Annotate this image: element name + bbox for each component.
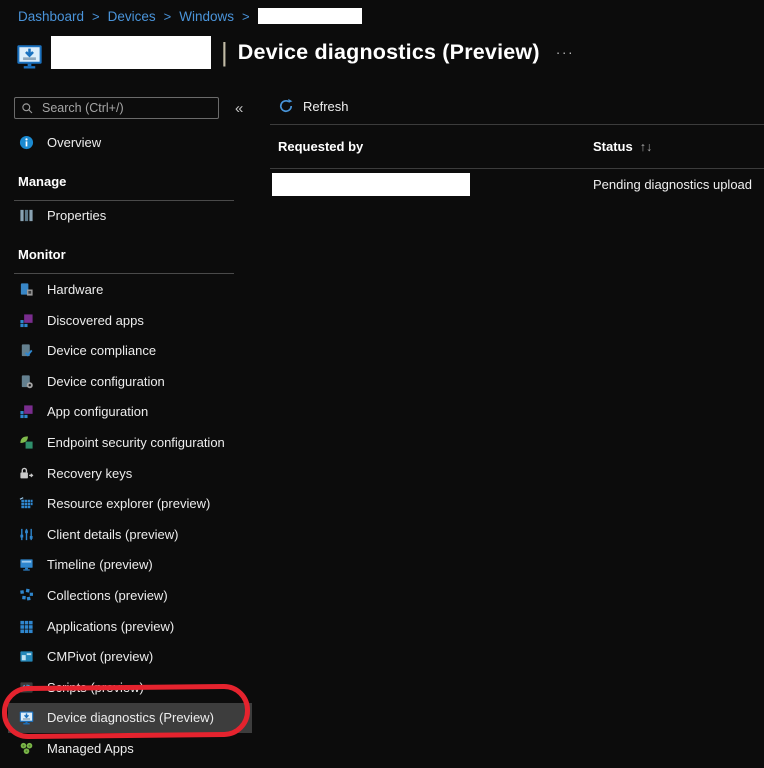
sidebar-item-overview[interactable]: Overview <box>0 127 262 158</box>
status-cell: Pending diagnostics upload <box>593 177 764 192</box>
status-column-label: Status <box>593 139 633 154</box>
scripts-icon <box>18 679 34 695</box>
table-header: Requested by Status ↑↓ <box>270 125 764 169</box>
sidebar-item-discovered-apps[interactable]: Discovered apps <box>0 305 262 336</box>
sidebar-item-cmpivot[interactable]: CMPivot (preview) <box>0 641 262 672</box>
sidebar-item-label: Hardware <box>47 282 103 297</box>
sidebar-item-label: Managed Apps <box>47 741 134 756</box>
page-title: Device diagnostics (Preview) <box>238 40 540 65</box>
discovered-apps-icon <box>18 312 34 328</box>
redacted-device-name-breadcrumb <box>258 8 362 24</box>
table-row[interactable]: Pending diagnostics upload <box>270 169 764 200</box>
search-input[interactable] <box>40 100 212 116</box>
timeline-icon <box>18 557 34 573</box>
breadcrumb-windows[interactable]: Windows <box>179 9 234 24</box>
sidebar-item-label: Device configuration <box>47 374 165 389</box>
sidebar-item-client-details[interactable]: Client details (preview) <box>0 519 262 550</box>
sidebar-item-label: Recovery keys <box>47 466 132 481</box>
title-separator: | <box>221 37 228 68</box>
info-icon <box>18 134 34 150</box>
sidebar-item-label: Properties <box>47 208 106 223</box>
breadcrumb-separator: > <box>92 9 100 24</box>
sidebar-item-managed-apps[interactable]: Managed Apps <box>0 733 262 764</box>
sidebar-item-label: Device diagnostics (Preview) <box>47 710 214 725</box>
recovery-keys-icon <box>18 465 34 481</box>
sidebar-item-label: Endpoint security configuration <box>47 435 225 450</box>
endpoint-security-icon <box>18 434 34 450</box>
main-content: Refresh Requested by Status ↑↓ Pending d… <box>270 88 764 768</box>
page-header: | Device diagnostics (Preview) ··· <box>16 33 574 71</box>
refresh-button[interactable]: Refresh <box>278 98 349 114</box>
sidebar-item-label: CMPivot (preview) <box>47 649 153 664</box>
sidebar-item-device-configuration[interactable]: Device configuration <box>0 366 262 397</box>
sidebar-item-label: Resource explorer (preview) <box>47 496 210 511</box>
cmpivot-icon <box>18 649 34 665</box>
sidebar-item-collections[interactable]: Collections (preview) <box>0 580 262 611</box>
sidebar-item-timeline[interactable]: Timeline (preview) <box>0 550 262 581</box>
sidebar-item-app-configuration[interactable]: App configuration <box>0 397 262 428</box>
sidebar-item-scripts[interactable]: Scripts (preview) <box>0 672 262 703</box>
sidebar-item-label: Overview <box>47 135 101 150</box>
breadcrumb-separator: > <box>242 9 250 24</box>
sidebar-search-row: « <box>14 97 262 119</box>
collections-icon <box>18 587 34 603</box>
sidebar-item-device-compliance[interactable]: Device compliance <box>0 335 262 366</box>
sidebar-item-resource-explorer[interactable]: Resource explorer (preview) <box>0 488 262 519</box>
sidebar-item-applications[interactable]: Applications (preview) <box>0 611 262 642</box>
sidebar: « Overview Manage Properties Monitor Har… <box>0 88 262 768</box>
sidebar-item-label: Discovered apps <box>47 313 144 328</box>
breadcrumb: Dashboard > Devices > Windows > <box>18 8 362 24</box>
managed-apps-icon <box>18 740 34 756</box>
sidebar-item-endpoint-security-configuration[interactable]: Endpoint security configuration <box>0 427 262 458</box>
device-diagnostics-icon <box>16 33 43 71</box>
breadcrumb-devices[interactable]: Devices <box>108 9 156 24</box>
more-options-button[interactable]: ··· <box>556 44 575 60</box>
sidebar-item-label: Scripts (preview) <box>47 680 144 695</box>
redacted-device-name-title <box>51 36 211 69</box>
sidebar-item-label: Client details (preview) <box>47 527 179 542</box>
breadcrumb-dashboard[interactable]: Dashboard <box>18 9 84 24</box>
device-diagnostics-icon <box>18 710 34 726</box>
search-icon <box>21 102 34 115</box>
client-details-icon <box>18 526 34 542</box>
resource-explorer-icon <box>18 496 34 512</box>
column-header-requested-by[interactable]: Requested by <box>270 139 593 154</box>
hardware-icon <box>18 281 34 297</box>
device-compliance-icon <box>18 343 34 359</box>
command-bar: Refresh <box>270 88 764 125</box>
column-header-status[interactable]: Status ↑↓ <box>593 139 764 154</box>
sidebar-item-recovery-keys[interactable]: Recovery keys <box>0 458 262 489</box>
section-title-monitor: Monitor <box>18 247 262 263</box>
sort-arrows-icon: ↑↓ <box>640 140 653 154</box>
section-title-manage: Manage <box>18 174 262 190</box>
sidebar-item-device-diagnostics[interactable]: Device diagnostics (Preview) <box>8 703 252 734</box>
sidebar-item-properties[interactable]: Properties <box>0 201 262 232</box>
sidebar-item-label: Applications (preview) <box>47 619 174 634</box>
collapse-sidebar-button[interactable]: « <box>235 100 243 117</box>
app-configuration-icon <box>18 404 34 420</box>
sidebar-item-label: App configuration <box>47 404 148 419</box>
sidebar-item-label: Device compliance <box>47 343 156 358</box>
properties-icon <box>18 208 34 224</box>
refresh-label: Refresh <box>303 99 349 114</box>
sidebar-item-label: Timeline (preview) <box>47 557 153 572</box>
requested-by-cell <box>270 173 593 196</box>
refresh-icon <box>278 98 294 114</box>
applications-icon <box>18 618 34 634</box>
breadcrumb-separator: > <box>164 9 172 24</box>
redacted-requested-by-value <box>272 173 470 196</box>
search-input-wrapper[interactable] <box>14 97 219 119</box>
sidebar-item-hardware[interactable]: Hardware <box>0 274 262 305</box>
device-configuration-icon <box>18 373 34 389</box>
sidebar-item-label: Collections (preview) <box>47 588 168 603</box>
